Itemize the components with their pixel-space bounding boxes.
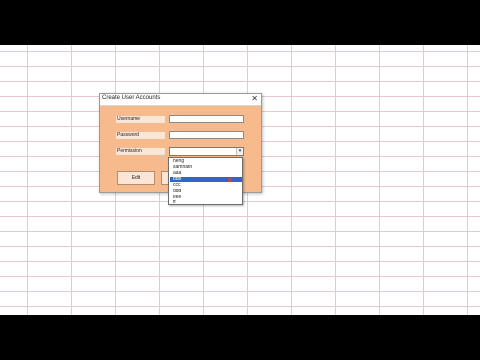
permission-dropdown-list[interactable]: heng samhath aaa bbb ccc ddd eee ff xyxy=(168,157,243,205)
username-label: Username xyxy=(116,116,165,123)
permission-label: Permission xyxy=(116,148,165,155)
dropdown-option[interactable]: ccc xyxy=(170,183,242,188)
dropdown-option[interactable]: ddd xyxy=(170,189,242,194)
dropdown-option[interactable]: samhath xyxy=(170,165,242,170)
username-field[interactable] xyxy=(169,115,244,123)
dropdown-option[interactable]: aaa xyxy=(170,171,242,176)
close-icon[interactable]: ✕ xyxy=(251,94,258,104)
password-label: Password xyxy=(116,132,165,139)
chevron-down-icon[interactable]: ▾ xyxy=(236,148,243,155)
dialog-title: Create User Accounts xyxy=(102,95,161,101)
password-field[interactable] xyxy=(169,131,244,139)
dialog-titlebar[interactable]: Create User Accounts ✕ xyxy=(100,94,261,106)
dropdown-option[interactable]: ff xyxy=(170,200,242,205)
dropdown-option[interactable]: heng xyxy=(170,159,242,164)
edit-button[interactable]: Edit xyxy=(117,171,155,185)
mouse-cursor-highlight xyxy=(228,178,232,182)
permission-combobox[interactable]: ▾ xyxy=(169,147,244,156)
